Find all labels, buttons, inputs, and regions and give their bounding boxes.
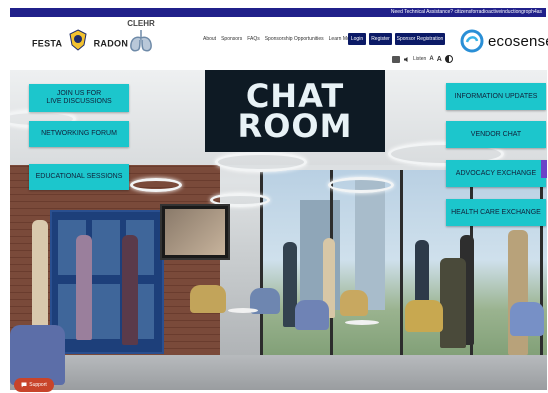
lounge-chair — [405, 300, 443, 332]
lounge-chair — [10, 325, 65, 385]
translate-icon[interactable] — [392, 55, 400, 63]
information-updates-button[interactable]: INFORMATION UPDATES — [446, 83, 546, 110]
sign-room-text: ROOM — [237, 107, 353, 145]
nav-sponsors[interactable]: Sponsors — [221, 36, 242, 42]
nav-about[interactable]: About — [203, 36, 216, 42]
standing-person — [508, 230, 528, 355]
lounge-chair — [295, 300, 329, 330]
lungs-icon — [130, 30, 152, 52]
standing-person — [76, 235, 92, 340]
festa-emblem-icon — [69, 29, 87, 51]
health-care-exchange-button[interactable]: HEALTH CARE EXCHANGE — [446, 199, 546, 226]
join-label-line1: JOIN US FOR — [56, 90, 102, 97]
vendor-chat-button[interactable]: VENDOR CHAT — [446, 121, 546, 148]
standing-person — [32, 220, 48, 340]
coffee-table — [228, 308, 258, 313]
join-live-discussions-label: JOIN US FOR LIVE DISCUSSIONS — [46, 90, 111, 106]
font-size-icon[interactable]: A — [437, 56, 442, 63]
advocacy-exchange-button[interactable]: ADVOCACY EXCHANGE — [446, 160, 546, 187]
clehr-logo-text: CLEHR — [127, 19, 155, 28]
standing-person — [122, 235, 138, 345]
ceiling-light-ring — [130, 178, 182, 192]
speaker-icon[interactable] — [403, 56, 410, 63]
ceiling-light-ring — [328, 177, 394, 193]
educational-sessions-button[interactable]: EDUCATIONAL SESSIONS — [29, 164, 129, 190]
top-assistance-bar: Need Technical Assistance? citizensforra… — [10, 8, 546, 17]
radon-logo-text: RADON — [93, 38, 129, 49]
assistance-text[interactable]: Need Technical Assistance? citizensforra… — [391, 9, 542, 15]
nav-faqs[interactable]: FAQs — [247, 36, 260, 42]
contrast-icon[interactable] — [444, 55, 453, 63]
seated-person — [440, 258, 466, 348]
sponsor-registration-button[interactable]: Sponsor Registration — [395, 33, 445, 45]
side-feedback-tab[interactable] — [541, 160, 547, 178]
festa-logo-text: FESTA — [32, 38, 62, 49]
text-size-icon[interactable]: A — [429, 56, 433, 62]
clehr-logo[interactable]: CLEHR — [124, 19, 158, 55]
chat-bubble-icon — [21, 382, 27, 388]
lounge-chair — [190, 285, 226, 313]
ecosense-logo-text: ecosense — [488, 32, 548, 50]
listen-label[interactable]: Listen — [413, 56, 426, 62]
nav-sponsorship-opportunities[interactable]: Sponsorship Opportunities — [265, 36, 324, 42]
register-button[interactable]: Register — [369, 33, 392, 45]
ecosense-logo-icon — [460, 29, 484, 53]
floor — [10, 355, 547, 390]
networking-forum-button[interactable]: NETWORKING FORUM — [29, 121, 129, 147]
festa-radon-logo[interactable]: FESTA RADON — [32, 29, 129, 55]
chat-room-scene: CHAT ROOM JOIN US FOR LIVE DISCUSSIONS N… — [10, 70, 547, 390]
main-nav: About Sponsors FAQs Sponsorship Opportun… — [203, 36, 354, 42]
lounge-chair — [340, 290, 368, 316]
login-button[interactable]: Login — [348, 33, 366, 45]
accessibility-tools: Listen A A — [392, 55, 453, 63]
ecosense-logo[interactable]: ecosense — [460, 28, 548, 54]
blue-glass-doors — [50, 210, 164, 354]
ceiling-light-ring — [215, 152, 307, 172]
coffee-table — [345, 320, 379, 325]
join-live-discussions-button[interactable]: JOIN US FOR LIVE DISCUSSIONS — [29, 84, 129, 112]
support-label: Support — [29, 382, 47, 388]
video-conference-screen — [160, 204, 230, 260]
lounge-chair — [510, 302, 544, 336]
join-label-line2: LIVE DISCUSSIONS — [46, 98, 112, 105]
chat-room-sign: CHAT ROOM — [205, 70, 385, 152]
support-button[interactable]: Support — [14, 378, 54, 392]
